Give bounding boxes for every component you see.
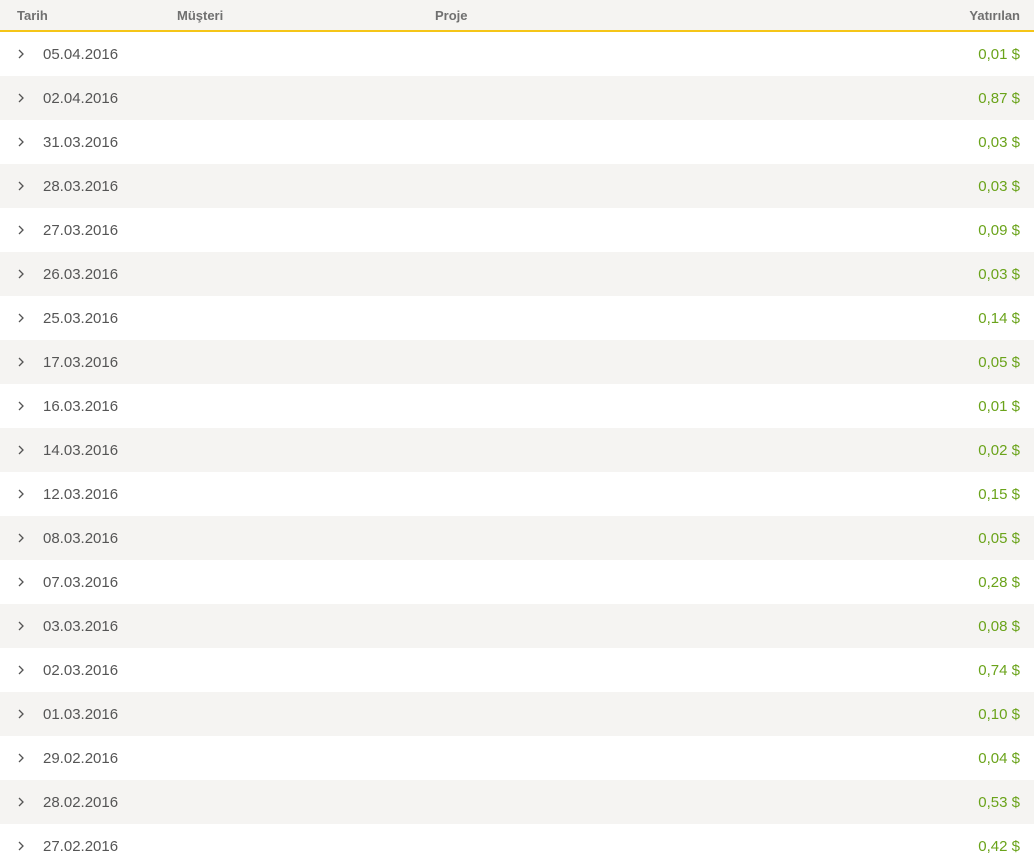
row-amount: 0,04 $ [978,750,1020,767]
row-date: 31.03.2016 [43,134,119,151]
table-row[interactable]: 14.03.2016 0,02 $ [0,428,1034,472]
row-date: 01.03.2016 [43,706,119,723]
row-date: 08.03.2016 [43,530,119,547]
row-amount: 0,03 $ [978,266,1020,283]
row-amount: 0,03 $ [978,178,1020,195]
row-date: 27.02.2016 [43,838,119,855]
chevron-right-icon[interactable] [16,532,26,544]
table-row[interactable]: 27.03.2016 0,09 $ [0,208,1034,252]
row-date: 26.03.2016 [43,266,119,283]
column-header-tarih[interactable]: Tarih [17,8,48,23]
row-amount: 0,08 $ [978,618,1020,635]
chevron-right-icon[interactable] [16,796,26,808]
row-date: 25.03.2016 [43,310,119,327]
chevron-right-icon[interactable] [16,48,26,60]
chevron-right-icon[interactable] [16,444,26,456]
column-header-musteri[interactable]: Müşteri [177,8,223,23]
row-amount: 0,14 $ [978,310,1020,327]
chevron-right-icon[interactable] [16,752,26,764]
table-row[interactable]: 17.03.2016 0,05 $ [0,340,1034,384]
table-row[interactable]: 05.04.2016 0,01 $ [0,32,1034,76]
row-date: 17.03.2016 [43,354,119,371]
chevron-right-icon[interactable] [16,356,26,368]
row-amount: 0,05 $ [978,354,1020,371]
row-amount: 0,09 $ [978,222,1020,239]
row-date: 07.03.2016 [43,574,119,591]
row-date: 27.03.2016 [43,222,119,239]
table-row[interactable]: 02.04.2016 0,87 $ [0,76,1034,120]
row-date: 28.02.2016 [43,794,119,811]
row-date: 03.03.2016 [43,618,119,635]
row-amount: 0,53 $ [978,794,1020,811]
row-amount: 0,01 $ [978,46,1020,63]
table-row[interactable]: 29.02.2016 0,04 $ [0,736,1034,780]
chevron-right-icon[interactable] [16,268,26,280]
column-header-yatirilan[interactable]: Yatırılan [969,8,1020,23]
table-row[interactable]: 01.03.2016 0,10 $ [0,692,1034,736]
chevron-right-icon[interactable] [16,576,26,588]
table-row[interactable]: 27.02.2016 0,42 $ [0,824,1034,864]
row-amount: 0,01 $ [978,398,1020,415]
table-row[interactable]: 07.03.2016 0,28 $ [0,560,1034,604]
table-row[interactable]: 31.03.2016 0,03 $ [0,120,1034,164]
table-row[interactable]: 26.03.2016 0,03 $ [0,252,1034,296]
table-row[interactable]: 28.02.2016 0,53 $ [0,780,1034,824]
row-date: 16.03.2016 [43,398,119,415]
chevron-right-icon[interactable] [16,136,26,148]
row-amount: 0,10 $ [978,706,1020,723]
row-date: 12.03.2016 [43,486,119,503]
row-date: 14.03.2016 [43,442,119,459]
chevron-right-icon[interactable] [16,620,26,632]
chevron-right-icon[interactable] [16,92,26,104]
payments-table: Tarih Müşteri Proje Yatırılan 05.04.2016… [0,0,1034,864]
row-amount: 0,74 $ [978,662,1020,679]
table-row[interactable]: 08.03.2016 0,05 $ [0,516,1034,560]
row-amount: 0,28 $ [978,574,1020,591]
table-row[interactable]: 02.03.2016 0,74 $ [0,648,1034,692]
row-date: 28.03.2016 [43,178,119,195]
row-amount: 0,05 $ [978,530,1020,547]
table-row[interactable]: 28.03.2016 0,03 $ [0,164,1034,208]
chevron-right-icon[interactable] [16,840,26,852]
row-amount: 0,03 $ [978,134,1020,151]
row-amount: 0,87 $ [978,90,1020,107]
row-amount: 0,15 $ [978,486,1020,503]
table-row[interactable]: 25.03.2016 0,14 $ [0,296,1034,340]
table-body: 05.04.2016 0,01 $ 02.04.2016 0,87 $ 31.03.20… [0,32,1034,864]
table-header: Tarih Müşteri Proje Yatırılan [0,0,1034,32]
table-row[interactable]: 16.03.2016 0,01 $ [0,384,1034,428]
chevron-right-icon[interactable] [16,400,26,412]
row-amount: 0,42 $ [978,838,1020,855]
chevron-right-icon[interactable] [16,312,26,324]
row-date: 05.04.2016 [43,46,119,63]
chevron-right-icon[interactable] [16,708,26,720]
row-date: 29.02.2016 [43,750,119,767]
chevron-right-icon[interactable] [16,180,26,192]
column-header-proje[interactable]: Proje [435,8,468,23]
chevron-right-icon[interactable] [16,488,26,500]
chevron-right-icon[interactable] [16,224,26,236]
row-amount: 0,02 $ [978,442,1020,459]
table-row[interactable]: 03.03.2016 0,08 $ [0,604,1034,648]
table-row[interactable]: 12.03.2016 0,15 $ [0,472,1034,516]
row-date: 02.04.2016 [43,90,119,107]
chevron-right-icon[interactable] [16,664,26,676]
row-date: 02.03.2016 [43,662,119,679]
